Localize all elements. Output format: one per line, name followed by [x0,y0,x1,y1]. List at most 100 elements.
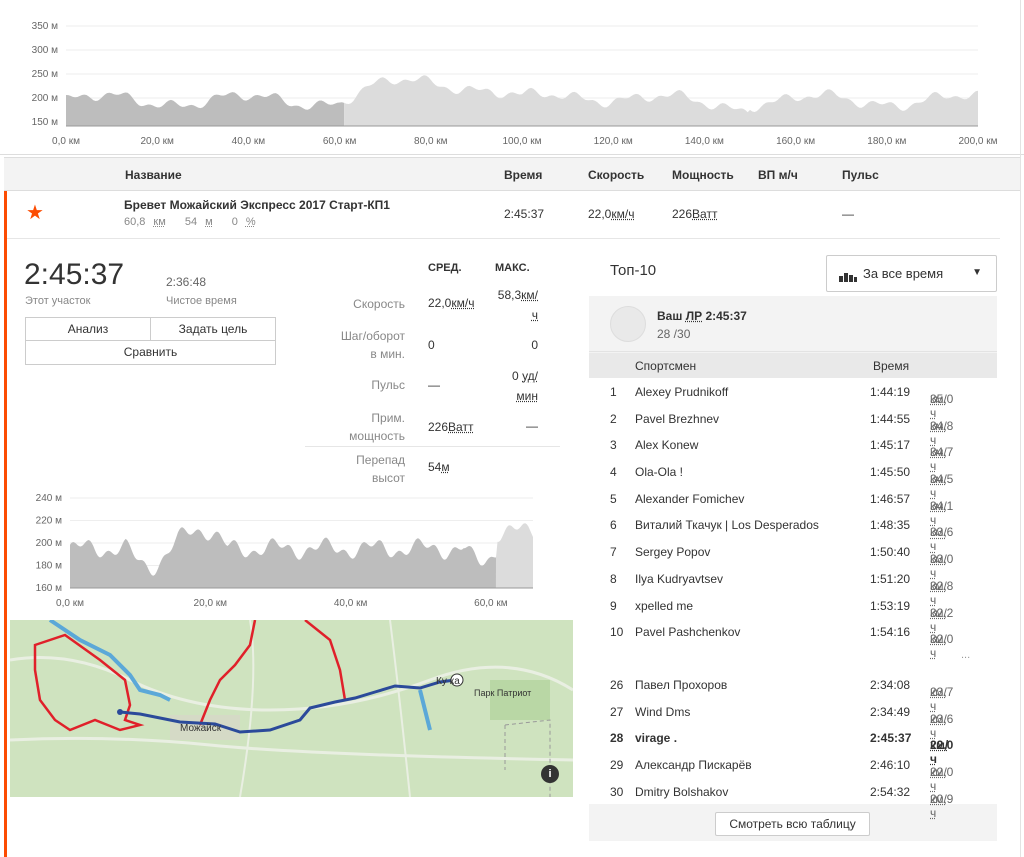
leaderboard-gap: ... [589,645,997,671]
col-name[interactable]: Название [125,168,182,182]
col-vam[interactable]: ВП м/ч [758,168,798,182]
athlete-name-link[interactable]: Pavel Brezhnev [635,412,719,426]
compare-button[interactable]: Сравнить [26,341,275,364]
hr-label: Пульс [371,378,405,392]
segment-hr: — [842,207,854,221]
speed-avg: 22,0км/ч [428,296,475,310]
col-speed[interactable]: Скорость [588,168,644,182]
map-label-kubinka: Ку ка [436,676,460,687]
route-elevation-chart[interactable]: 350 м 300 м 250 м 200 м 150 м 0,0 км 20,0 км 4… [0,0,1024,155]
col-time: Время [873,359,910,373]
info-icon[interactable]: i [541,765,559,783]
athlete-time: 1:44:19 [870,385,911,399]
athlete-name-link[interactable]: Dmitry Bolshakov [635,785,728,799]
page-right-border [1020,0,1021,857]
filter-selected-value: За все время [863,266,944,281]
segment-elevation-chart[interactable]: 240 м 220 м 200 м 180 м 160 м 0,0 км 20,0 км 4… [0,490,580,610]
athlete-name-link[interactable]: Александр Пискарёв [635,758,752,772]
rank: 7 [610,545,617,560]
table-row[interactable]: 10 Pavel Pashchenkov 1:54:16 32,0 км/ч [589,618,997,660]
segment-row[interactable]: ★ Бревет Можайский Экспресс 2017 Старт-К… [4,191,1000,239]
athlete-name-link[interactable]: Sergey Popov [635,545,710,559]
athlete-name-link[interactable]: Павел Прохоров [635,678,727,692]
x-tick-label: 200,0 км [958,136,997,147]
table-row[interactable]: 29 Александр Пискарёв 2:46:10 22,0 км/ч [589,751,997,793]
my-rank: 28 /30 [657,327,691,341]
athlete-name-link[interactable]: Alexey Prudnikoff [635,385,728,399]
table-row[interactable]: 3 Alex Konew 1:45:17 34,7 км/ч [589,431,997,473]
table-row[interactable]: 2 Pavel Brezhnev 1:44:55 34,8 км/ч [589,405,997,447]
stats-separator [305,446,560,447]
y-tick-label: 350 м [32,21,58,32]
segment-map[interactable]: Можайск Ку ка Парк Патриот i [10,620,573,797]
athlete-time: 1:44:55 [870,411,911,426]
table-row[interactable]: 4 Ola-Ola ! 1:45:50 34,5 км/ч [589,458,997,500]
athlete-name-link[interactable]: Wind Dms [635,705,690,719]
athlete-name-link[interactable]: Alexander Fomichev [635,492,744,506]
athlete-name-link[interactable]: Ola-Ola ! [635,465,683,479]
col-time[interactable]: Время [504,168,542,182]
athlete-time: 1:46:57 [870,491,911,506]
x-tick-label: 120,0 км [594,136,633,147]
leaderboard-filter-dropdown[interactable]: За все время ▼ [826,255,997,292]
x-tick-label: 80,0 км [414,136,448,147]
x-tick-label: 100,0 км [502,136,541,147]
route-start-marker [117,709,123,715]
table-row[interactable]: 27 Wind Dms 2:34:49 23,6 км/ч [589,698,997,740]
table-row[interactable]: 9 xpelled me 1:53:19 32,2 км/ч [589,592,997,634]
table-row[interactable]: 7 Sergey Popov 1:50:40 33,0 км/ч [589,538,997,580]
col-hr[interactable]: Пульс [842,168,879,182]
set-goal-button[interactable]: Задать цель [150,318,275,340]
speed-max: 58,3км/ч [497,288,538,322]
hr-avg: — [428,378,440,392]
athlete-name-link[interactable]: Alex Konew [635,438,698,452]
leaderboard-list: 1 Alexey Prudnikoff 1:44:19 35,0 км/ч 2 Pavel … [589,378,997,820]
x-tick-label: 140,0 км [685,136,724,147]
athlete-name-link[interactable]: Виталий Ткачук | Los Desperados [635,518,819,532]
rank: 26 [610,677,624,692]
x-tick-label: 20,0 км [194,598,228,609]
segment-elevation-svg[interactable]: 240 м 220 м 200 м 180 м 160 м 0,0 км 20,0 км 4… [0,490,580,610]
rank: 4 [610,465,617,480]
elevation-area-segment [66,92,345,126]
segment-speed: 22,0км/ч [588,207,635,221]
map-canvas[interactable] [10,620,573,797]
table-row[interactable]: 5 Alexander Fomichev 1:46:57 34,1 км/ч [589,485,997,527]
analysis-button[interactable]: Анализ [26,318,150,340]
power-max: — [526,419,538,433]
map-label-park: Парк Патриот [474,688,532,698]
segment-name-link[interactable]: Бревет Можайский Экспресс 2017 Старт-КП1 [124,198,390,212]
athlete-name-link[interactable]: virage . [635,731,677,745]
athlete-time: 2:46:10 [870,757,911,772]
table-row[interactable]: 8 Ilya Kudryavtsev 1:51:20 32,8 км/ч [589,565,997,607]
table-row[interactable]: 28 virage . 2:45:37 22,0 км/ч [589,724,997,766]
power-avg: 226Ватт [428,420,474,434]
speed-label: Скорость [353,297,405,311]
rank: 29 [610,757,624,772]
stats-avg-header: СРЕД. [428,262,462,274]
table-row[interactable]: 6 Виталий Ткачук | Los Desperados 1:48:35 3… [589,511,997,553]
hr-max: 0 уд/мин [512,369,538,403]
table-row[interactable]: 30 Dmitry Bolshakov 2:54:32 20,9 км/ч [589,778,997,820]
route-elevation-svg[interactable]: 350 м 300 м 250 м 200 м 150 м 0,0 км 20,0 км 4… [0,0,1024,155]
y-tick-label: 180 м [36,561,62,572]
col-power[interactable]: Мощность [672,168,734,182]
athlete-name-link[interactable]: Ilya Kudryavtsev [635,572,723,586]
rank: 9 [610,598,617,613]
segment-actions: Анализ Задать цель Сравнить [25,317,276,365]
athlete-name-link[interactable]: Pavel Pashchenkov [635,625,740,639]
star-icon[interactable]: ★ [26,200,44,225]
athlete-name-link[interactable]: xpelled me [635,599,693,613]
athlete-time: 1:50:40 [870,545,911,560]
athlete-time: 1:45:17 [870,438,911,453]
segment-power: 226Ватт [672,207,718,221]
avatar[interactable] [610,306,646,342]
see-full-leaderboard-button[interactable]: Смотреть всю таблицу [715,812,870,836]
table-row[interactable]: 26 Павел Прохоров 2:34:08 23,7 км/ч [589,671,997,713]
table-row[interactable]: 1 Alexey Prudnikoff 1:44:19 35,0 км/ч [589,378,997,420]
my-pr-summary: Ваш ЛР 2:45:37 28 /30 [589,296,997,352]
moving-time: 2:36:48 [166,275,207,289]
map-park-area [490,680,550,720]
segment-elevation: 54 м [184,216,213,228]
caret-down-icon: ▼ [972,267,982,278]
